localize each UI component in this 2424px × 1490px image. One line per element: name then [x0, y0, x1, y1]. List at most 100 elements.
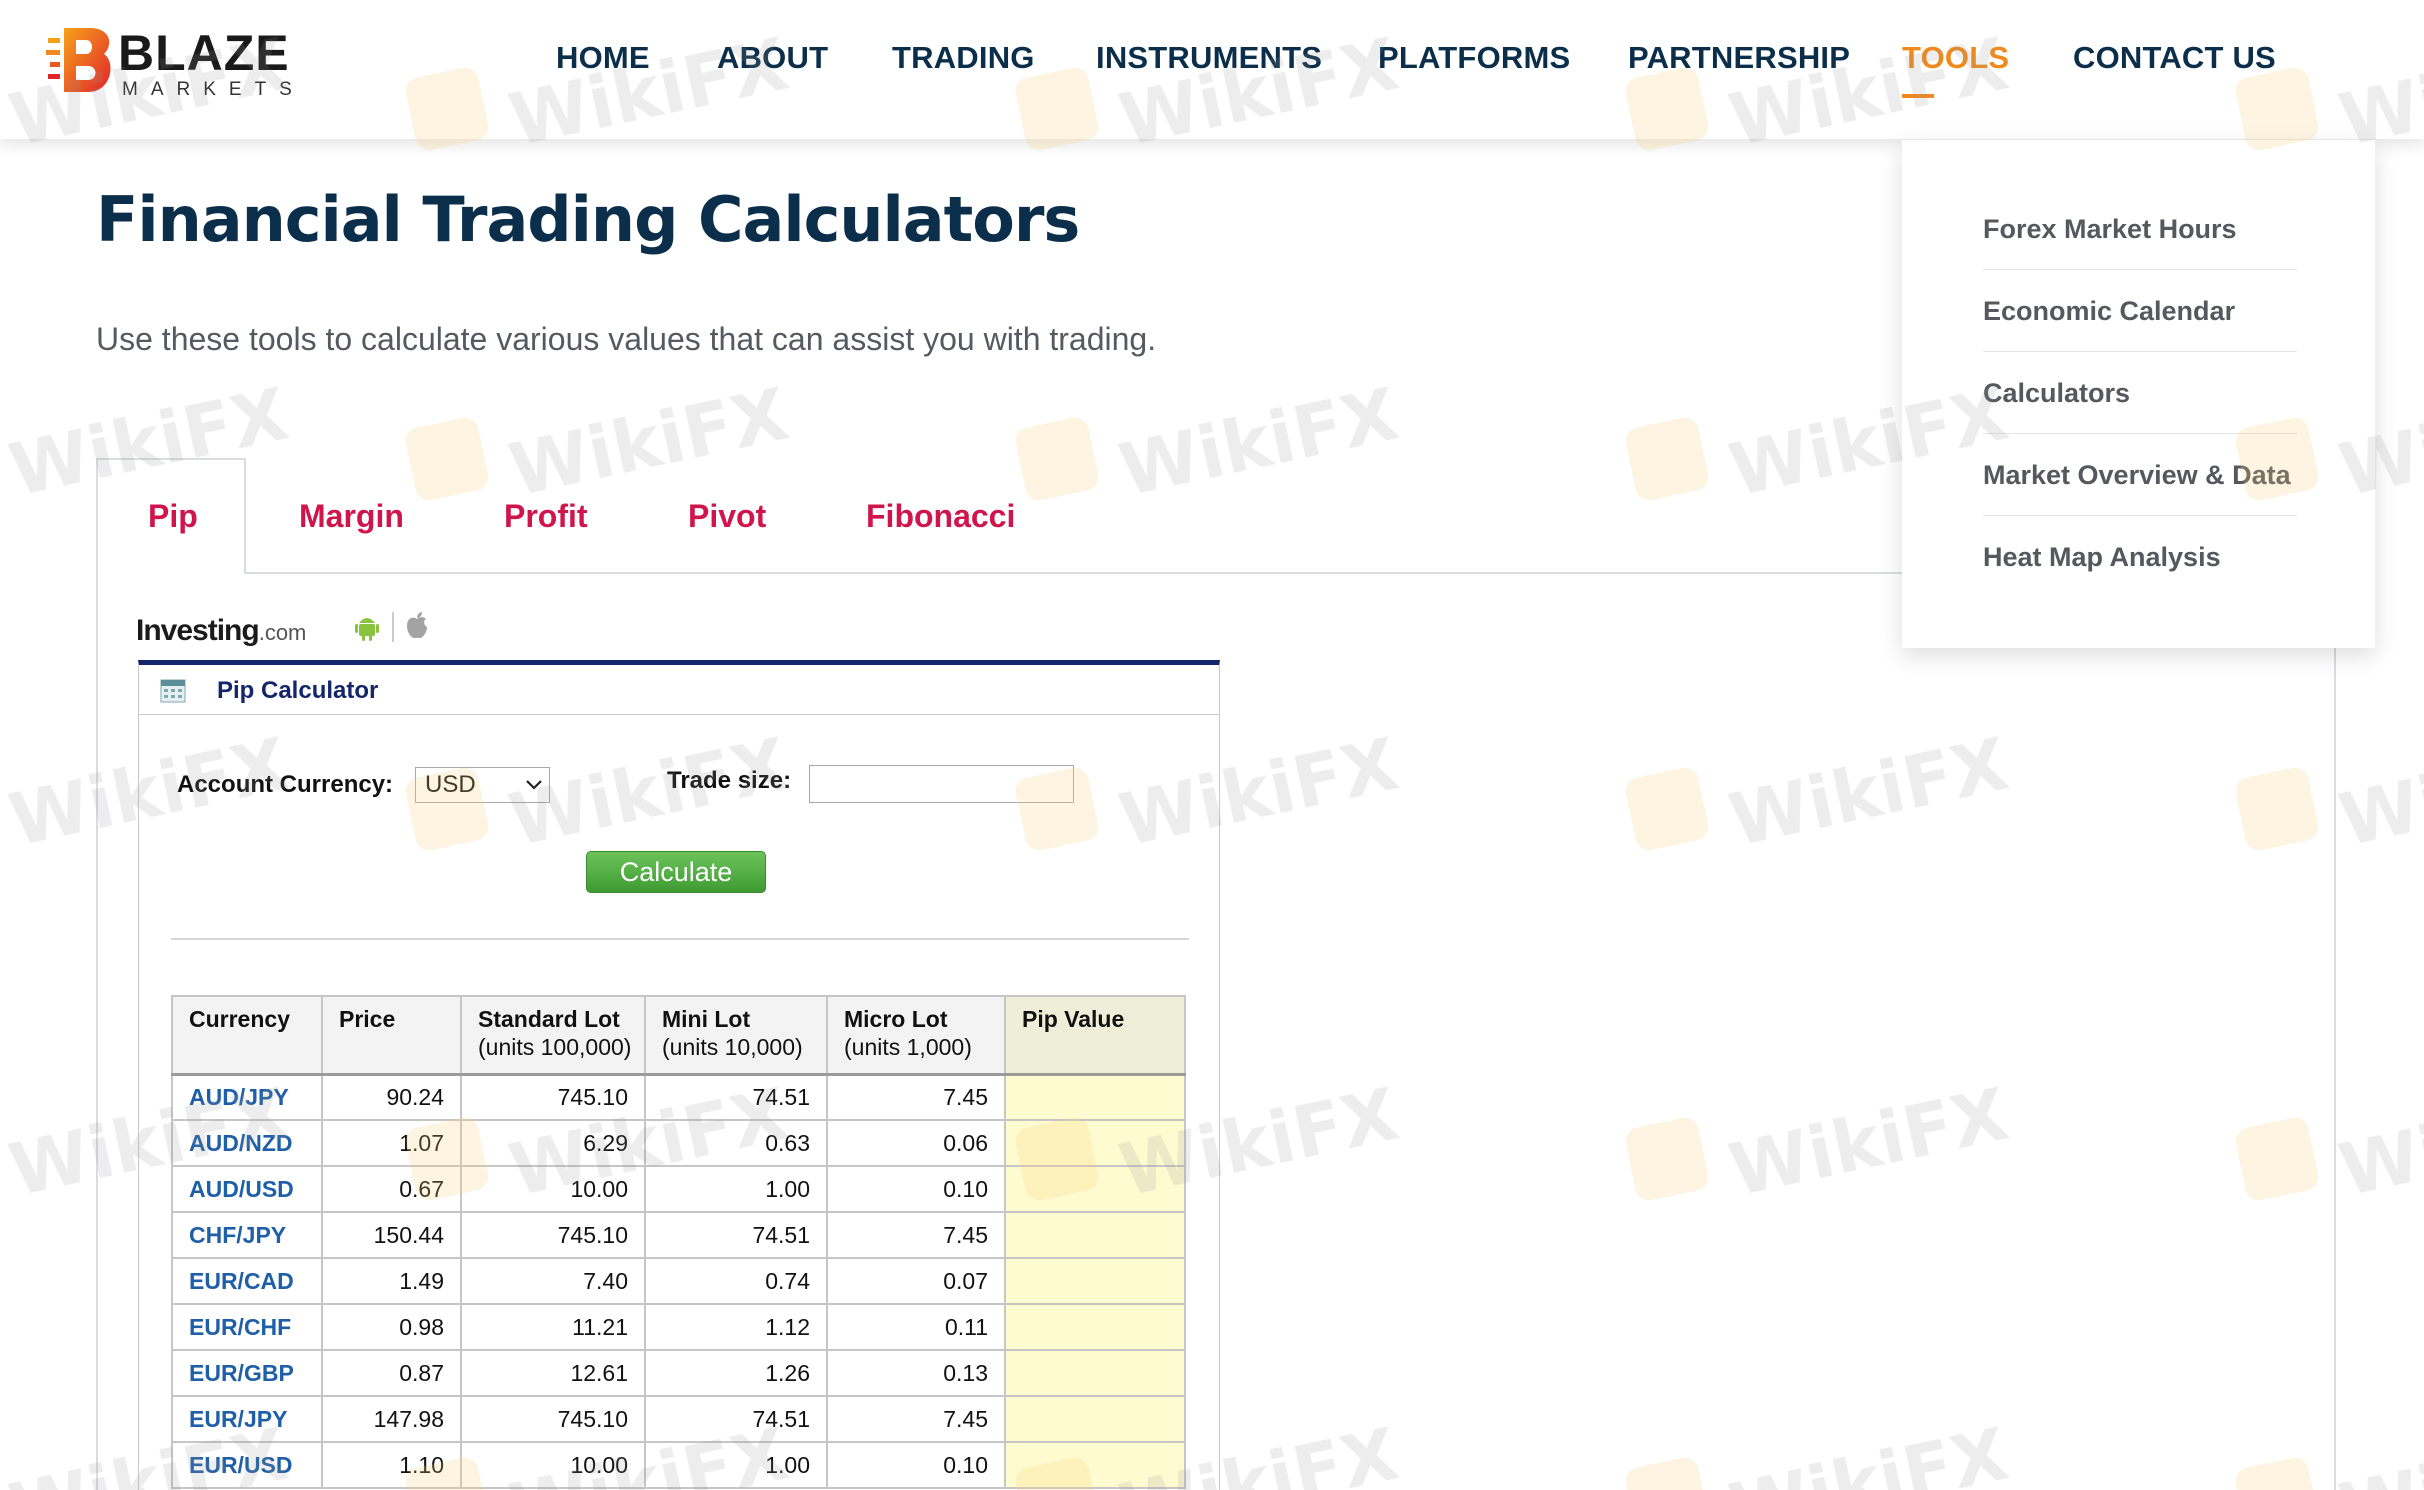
table-cell: 745.10: [460, 1395, 646, 1443]
blaze-markets-logo[interactable]: BLAZE MARKETS: [46, 22, 306, 102]
currency-pair-link[interactable]: EUR/GBP: [171, 1349, 323, 1397]
apple-icon[interactable]: [404, 610, 430, 640]
pip-value-cell: [1004, 1395, 1186, 1443]
table-cell: 74.51: [644, 1073, 828, 1121]
table-cell: 74.51: [644, 1211, 828, 1259]
table-row: AUD/JPY 90.24 745.10 74.51 7.45: [171, 1073, 1186, 1121]
tab-fibonacci[interactable]: Fibonacci: [866, 498, 1015, 535]
nav-trading[interactable]: TRADING: [892, 40, 1035, 76]
table-header-row: Currency Price Standard Lot (units 100,00…: [171, 995, 1186, 1075]
table-row: EUR/CAD 1.49 7.40 0.74 0.07: [171, 1257, 1186, 1305]
column-header-standard-lot: Standard Lot (units 100,000): [460, 995, 646, 1075]
account-currency-select[interactable]: USD: [415, 767, 550, 803]
table-row: AUD/NZD 1.07 6.29 0.63 0.06: [171, 1119, 1186, 1167]
table-row: CHF/JPY 150.44 745.10 74.51 7.45: [171, 1211, 1186, 1259]
chevron-down-icon: [526, 780, 542, 790]
nav-instruments[interactable]: INSTRUMENTS: [1096, 40, 1322, 76]
table-cell: 1.26: [644, 1349, 828, 1397]
investing-logo[interactable]: Investing.com: [136, 614, 306, 648]
tab-profit[interactable]: Profit: [504, 498, 588, 535]
currency-pair-link[interactable]: EUR/CHF: [171, 1303, 323, 1351]
pip-value-cell: [1004, 1073, 1186, 1121]
table-cell: 0.10: [826, 1441, 1006, 1489]
table-cell: 0.63: [644, 1119, 828, 1167]
android-icon[interactable]: [354, 612, 380, 642]
tools-dropdown-menu: Forex Market Hours Economic Calendar Cal…: [1902, 140, 2375, 648]
blaze-logo-icon: [46, 28, 111, 92]
table-cell: 6.29: [460, 1119, 646, 1167]
table-cell: 74.51: [644, 1395, 828, 1443]
table-cell: 745.10: [460, 1211, 646, 1259]
account-currency-label: Account Currency:: [177, 771, 394, 798]
pip-value-cell: [1004, 1165, 1186, 1213]
table-cell: 7.45: [826, 1211, 1006, 1259]
investing-logo-suffix: .com: [258, 620, 307, 645]
tab-pip[interactable]: Pip: [148, 498, 198, 535]
table-cell: 150.44: [321, 1211, 462, 1259]
watermark-badge-icon: [1013, 415, 1101, 503]
table-cell: 11.21: [460, 1303, 646, 1351]
watermark-badge-icon: [403, 415, 491, 503]
trade-size-input[interactable]: [809, 765, 1074, 803]
watermark-text: WikiFX: [1112, 371, 1406, 513]
nav-platforms[interactable]: PLATFORMS: [1378, 40, 1570, 76]
investing-logo-text: Investing: [136, 614, 260, 647]
icon-separator: [392, 612, 394, 642]
nav-active-indicator: [1902, 94, 1934, 98]
currency-pair-link[interactable]: AUD/USD: [171, 1165, 323, 1213]
dropdown-item-forex-market-hours[interactable]: Forex Market Hours: [1983, 188, 2297, 270]
table-cell: 1.07: [321, 1119, 462, 1167]
column-header-pip-value: Pip Value: [1004, 995, 1186, 1075]
pip-value-cell: [1004, 1211, 1186, 1259]
nav-partnership[interactable]: PARTNERSHIP: [1628, 40, 1850, 76]
table-row: AUD/USD 0.67 10.00 1.00 0.10: [171, 1165, 1186, 1213]
table-cell: 7.45: [826, 1073, 1006, 1121]
dropdown-item-economic-calendar[interactable]: Economic Calendar: [1983, 270, 2297, 352]
divider: [171, 938, 1189, 940]
tab-margin[interactable]: Margin: [299, 498, 404, 535]
column-header-currency: Currency: [171, 995, 323, 1075]
tab-pivot[interactable]: Pivot: [688, 498, 766, 535]
page-subtitle: Use these tools to calculate various val…: [96, 321, 1157, 357]
nav-contact-us[interactable]: CONTACT US: [2073, 40, 2276, 76]
pip-value-table: Currency Price Standard Lot (units 100,00…: [171, 995, 1186, 1489]
pip-table-body: AUD/JPY 90.24 745.10 74.51 7.45 AUD/NZD 1.07 6.…: [171, 1073, 1186, 1489]
page-title: Financial Trading Calculators: [96, 183, 1080, 256]
table-row: EUR/USD 1.10 10.00 1.00 0.10: [171, 1441, 1186, 1489]
nav-home[interactable]: HOME: [556, 40, 650, 76]
currency-pair-link[interactable]: AUD/JPY: [171, 1073, 323, 1121]
pip-value-cell: [1004, 1119, 1186, 1167]
page: BLAZE MARKETS HOME ABOUT TRADING INSTRUM…: [0, 0, 2424, 1490]
table-cell: 0.07: [826, 1257, 1006, 1305]
column-header-price: Price: [321, 995, 462, 1075]
nav-tools[interactable]: TOOLS: [1902, 40, 2009, 76]
widget-header: Pip Calculator: [139, 665, 1219, 715]
table-cell: 1.00: [644, 1165, 828, 1213]
table-cell: 0.06: [826, 1119, 1006, 1167]
table-row: EUR/CHF 0.98 11.21 1.12 0.11: [171, 1303, 1186, 1351]
calculate-button[interactable]: Calculate: [586, 851, 766, 893]
dropdown-item-heat-map-analysis[interactable]: Heat Map Analysis: [1983, 516, 2297, 598]
watermark-text: WikiFX: [2332, 1411, 2424, 1490]
table-cell: 147.98: [321, 1395, 462, 1443]
column-header-micro-lot: Micro Lot (units 1,000): [826, 995, 1006, 1075]
currency-pair-link[interactable]: CHF/JPY: [171, 1211, 323, 1259]
currency-pair-link[interactable]: EUR/CAD: [171, 1257, 323, 1305]
table-cell: 0.10: [826, 1165, 1006, 1213]
currency-pair-link[interactable]: AUD/NZD: [171, 1119, 323, 1167]
currency-pair-link[interactable]: EUR/JPY: [171, 1395, 323, 1443]
nav-about[interactable]: ABOUT: [717, 40, 828, 76]
watermark-badge-icon: [1623, 415, 1711, 503]
table-cell: 12.61: [460, 1349, 646, 1397]
table-cell: 10.00: [460, 1165, 646, 1213]
logo-wordmark: BLAZE: [118, 25, 290, 81]
currency-pair-link[interactable]: EUR/USD: [171, 1441, 323, 1489]
table-cell: 1.00: [644, 1441, 828, 1489]
dropdown-item-market-overview[interactable]: Market Overview & Data: [1983, 434, 2297, 516]
site-header: BLAZE MARKETS HOME ABOUT TRADING INSTRUM…: [0, 0, 2424, 139]
table-cell: 0.11: [826, 1303, 1006, 1351]
dropdown-item-calculators[interactable]: Calculators: [1983, 352, 2297, 434]
table-cell: 1.49: [321, 1257, 462, 1305]
pip-value-cell: [1004, 1349, 1186, 1397]
table-cell: 0.67: [321, 1165, 462, 1213]
